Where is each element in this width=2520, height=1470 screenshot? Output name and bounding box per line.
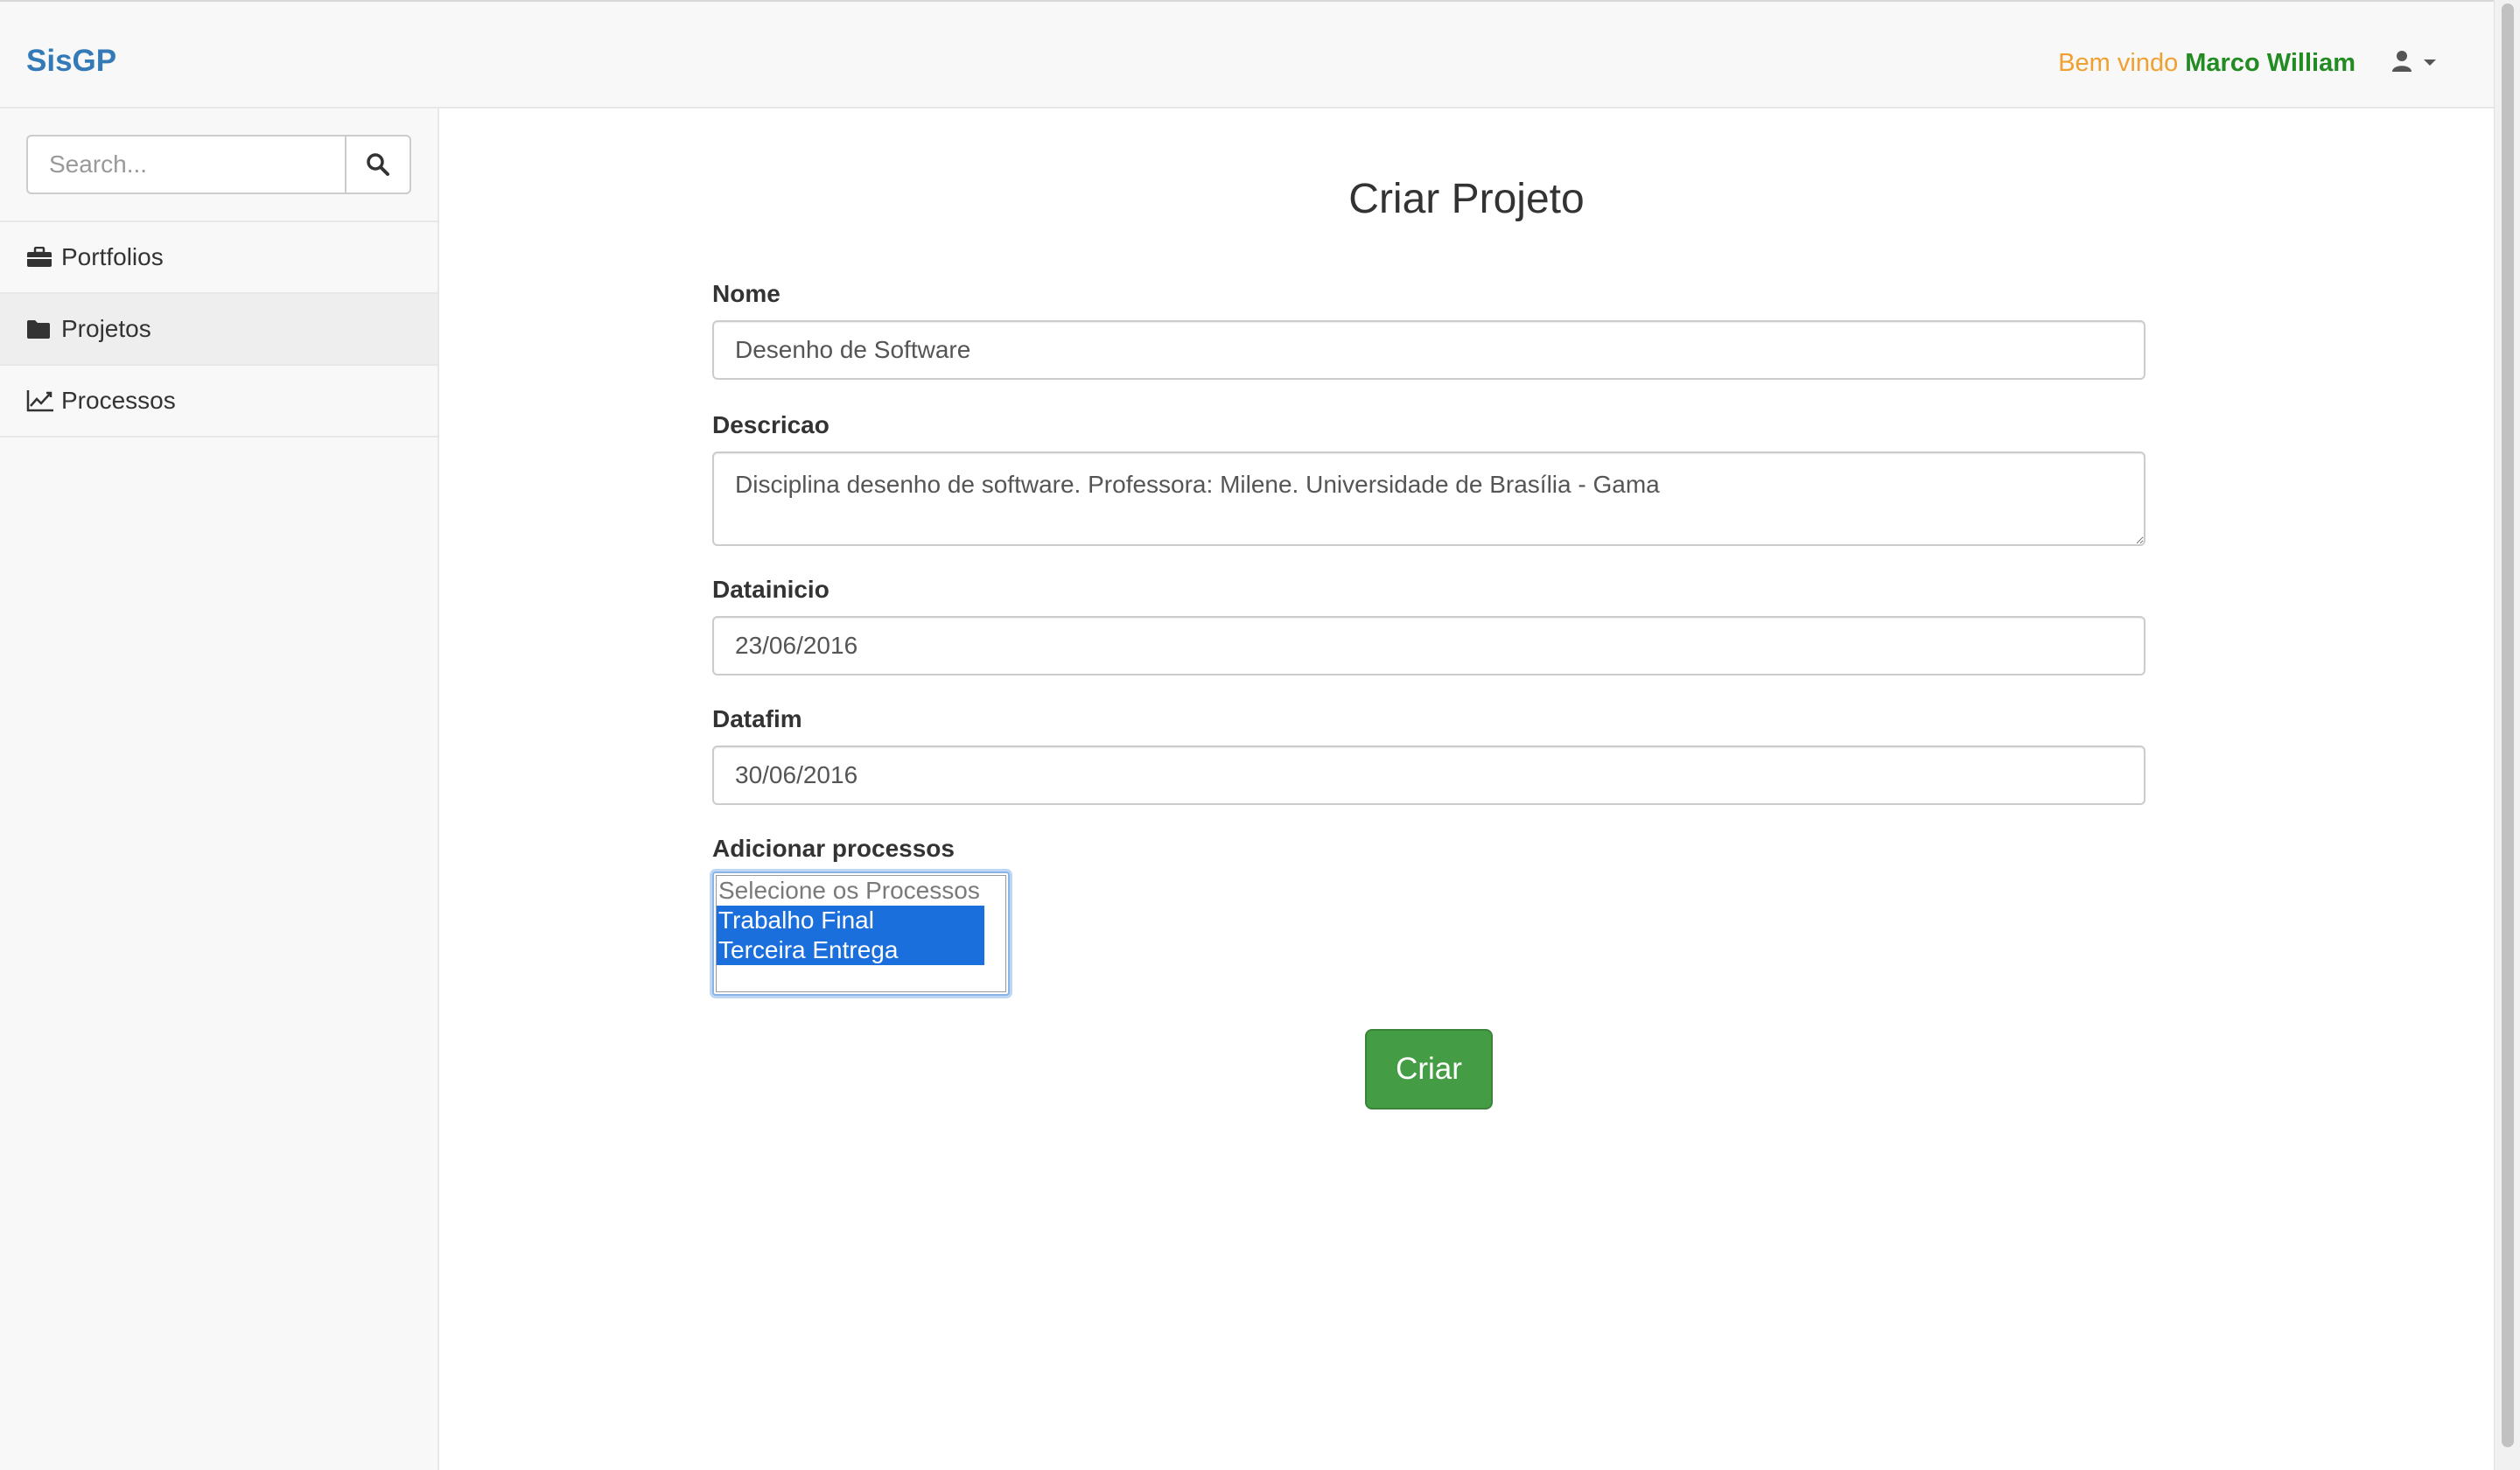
brand-link[interactable]: SisGP: [26, 44, 116, 79]
sidebar: Portfolios Projetos Processos: [0, 108, 439, 1470]
search-icon: [367, 153, 389, 176]
sidebar-item-label: Processos: [61, 387, 176, 414]
sidebar-item-projetos[interactable]: Projetos: [0, 294, 438, 366]
page-scrollbar[interactable]: [2494, 0, 2520, 1470]
briefcase-icon: [26, 245, 56, 270]
top-navbar: SisGP Bem vindo Marco William: [0, 0, 2494, 108]
main-content: Criar Projeto Nome Descricao Disciplina …: [439, 108, 2494, 1470]
nome-field[interactable]: [712, 320, 2146, 380]
sidebar-item-label: Portfolios: [61, 243, 164, 270]
criar-button[interactable]: Criar: [1365, 1029, 1493, 1110]
processos-option-terceira-entrega[interactable]: Terceira Entrega: [717, 935, 984, 965]
caret-down-icon: [2424, 60, 2436, 66]
sidebar-item-processos[interactable]: Processos: [0, 366, 438, 438]
line-chart-icon: [26, 388, 56, 413]
page-title: Criar Projeto: [1348, 176, 1585, 222]
search-input[interactable]: [26, 135, 345, 194]
folder-icon: [26, 317, 56, 341]
user-menu-dropdown[interactable]: [2390, 47, 2443, 79]
processos-option-trabalho-final[interactable]: Trabalho Final: [717, 906, 984, 935]
welcome-prefix: Bem vindo: [2058, 49, 2179, 77]
datainicio-field[interactable]: [712, 616, 2146, 676]
sidebar-item-label: Projetos: [61, 315, 151, 342]
processos-placeholder-option[interactable]: Selecione os Processos: [717, 876, 984, 906]
processos-label: Adicionar processos: [712, 835, 955, 862]
datainicio-label: Datainicio: [712, 576, 830, 603]
user-name: Marco William: [2185, 49, 2356, 77]
datafim-field[interactable]: [712, 746, 2146, 805]
descricao-label: Descricao: [712, 411, 830, 438]
datafim-label: Datafim: [712, 705, 802, 732]
sidebar-item-portfolios[interactable]: Portfolios: [0, 222, 438, 294]
nome-label: Nome: [712, 280, 780, 307]
processos-multiselect[interactable]: Selecione os Processos Trabalho Final Te…: [712, 872, 1010, 996]
descricao-field[interactable]: Disciplina desenho de software. Professo…: [712, 452, 2146, 546]
search-button[interactable]: [345, 135, 411, 194]
processos-options-list: Selecione os Processos Trabalho Final Te…: [716, 875, 1006, 992]
scrollbar-thumb[interactable]: [2502, 4, 2514, 1447]
sidebar-search: [0, 108, 438, 222]
user-icon: [2392, 51, 2412, 72]
welcome-message: Bem vindo Marco William: [2058, 49, 2356, 78]
